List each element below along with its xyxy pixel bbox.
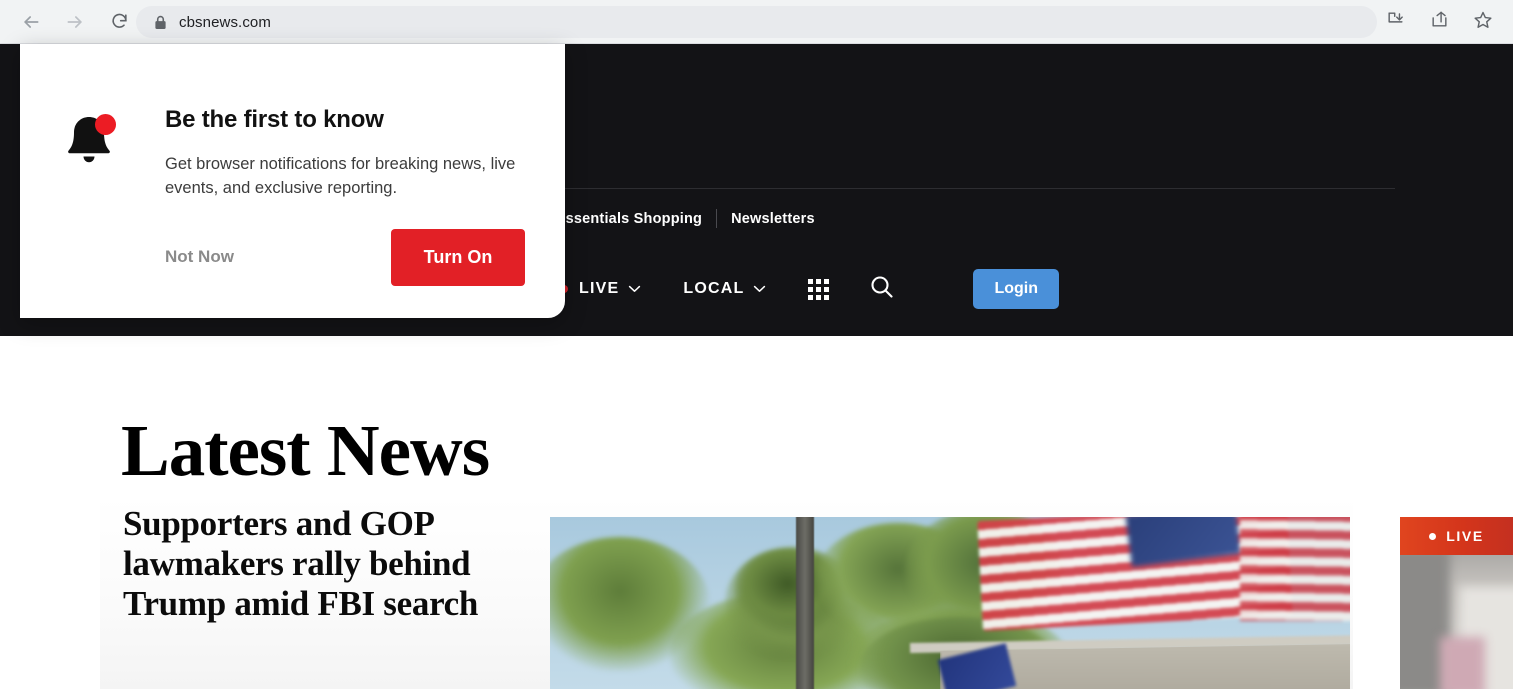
- search-icon: [869, 274, 895, 305]
- video-blob: [1440, 637, 1485, 689]
- lock-icon: [154, 15, 167, 30]
- reload-button[interactable]: [102, 5, 136, 39]
- address-bar[interactable]: cbsnews.com: [136, 6, 1377, 38]
- share-button[interactable]: [1421, 4, 1457, 40]
- apps-grid-icon[interactable]: [808, 278, 830, 300]
- page-title: Latest News: [121, 410, 490, 491]
- toolbar-actions: [1373, 4, 1505, 40]
- nav-item-local-label: LOCAL: [683, 280, 745, 297]
- live-badge-label: LIVE: [1446, 528, 1484, 544]
- live-badge-dot: [1429, 532, 1437, 540]
- chevron-down-icon: [628, 285, 641, 293]
- live-badge: LIVE: [1400, 517, 1513, 555]
- install-app-button[interactable]: [1377, 4, 1413, 40]
- install-app-icon: [1386, 10, 1405, 34]
- story-row: Supporters and GOP lawmakers rally behin…: [100, 496, 1513, 689]
- chevron-down-icon: [753, 285, 766, 293]
- story-thumbnail-video[interactable]: [550, 517, 1350, 689]
- nav-link-essentials-shopping[interactable]: Essentials Shopping: [542, 211, 716, 227]
- bell-notification-icon: [53, 104, 125, 176]
- forward-arrow-icon: [65, 12, 85, 32]
- nav-item-live[interactable]: LIVE: [560, 280, 641, 298]
- notification-title: Be the first to know: [165, 106, 384, 133]
- nav-link-newsletters[interactable]: Newsletters: [717, 211, 829, 227]
- nav-item-live-label: LIVE: [579, 280, 620, 297]
- reload-icon: [110, 12, 129, 31]
- not-now-button[interactable]: Not Now: [165, 247, 234, 267]
- back-arrow-icon: [21, 12, 41, 32]
- story-headline[interactable]: Supporters and GOP lawmakers rally behin…: [123, 504, 493, 624]
- turn-on-button[interactable]: Turn On: [391, 229, 525, 286]
- url-text[interactable]: cbsnews.com: [179, 14, 271, 31]
- forward-button[interactable]: [58, 5, 92, 39]
- notification-body-text: Get browser notifications for breaking n…: [165, 155, 516, 197]
- back-button[interactable]: [14, 5, 48, 39]
- light-pole: [796, 517, 814, 689]
- bookmark-button[interactable]: [1465, 4, 1501, 40]
- flag-canton: [1125, 517, 1242, 567]
- live-story-card[interactable]: LIVE: [1400, 517, 1513, 689]
- bookmark-star-icon: [1473, 10, 1493, 35]
- main-content: Latest News Supporters and GOP lawmakers…: [0, 336, 1513, 689]
- notification-permission-dialog: Be the first to know Get browser notific…: [20, 44, 565, 318]
- login-button[interactable]: Login: [973, 269, 1060, 309]
- nav-item-local[interactable]: LOCAL: [683, 280, 766, 298]
- browser-toolbar: cbsnews.com: [0, 0, 1513, 44]
- browser-window: cbsnews.com Essentials Shopping Newslett…: [0, 0, 1513, 689]
- share-icon: [1430, 10, 1449, 34]
- search-button[interactable]: [869, 274, 895, 305]
- american-flag-secondary: [1240, 517, 1350, 621]
